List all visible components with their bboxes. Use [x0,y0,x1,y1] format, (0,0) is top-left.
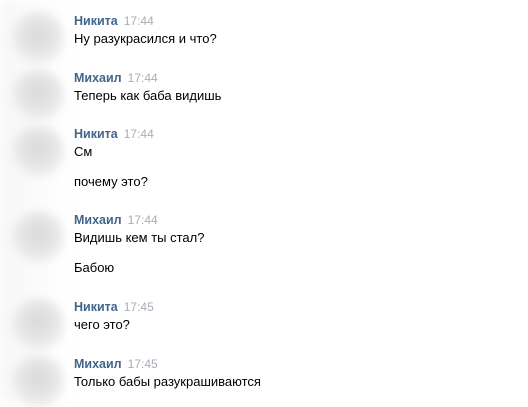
avatar[interactable] [12,355,64,407]
author-name[interactable]: Михаил [74,213,122,227]
message-text: Ну разукрасился и что? [74,31,217,46]
author-name[interactable]: Михаил [74,71,122,85]
author-name[interactable]: Никита [74,127,118,141]
author-name[interactable]: Михаил [74,357,122,371]
message-text: Только бабы разукрашиваются [74,374,261,389]
message-text: Теперь как баба видишь [74,88,222,103]
message-time[interactable]: 17:45 [128,357,158,371]
message-time[interactable]: 17:44 [124,14,154,28]
avatar[interactable] [12,69,64,121]
message-time[interactable]: 17:44 [128,71,158,85]
message-time[interactable]: 17:45 [124,300,154,314]
message-header: Никита 17:44 [74,12,154,30]
avatar[interactable] [12,125,64,177]
message-text: См [74,144,93,159]
message-text: Видишь кем ты стал? [74,230,205,245]
message-header: Михаил 17:44 [74,69,158,87]
message-header: Никита 17:45 [74,298,154,316]
author-name[interactable]: Никита [74,300,118,314]
message-text: чего это? [74,317,130,332]
author-name[interactable]: Никита [74,14,118,28]
message-time[interactable]: 17:44 [128,213,158,227]
avatar[interactable] [12,211,64,263]
message-time[interactable]: 17:44 [124,127,154,141]
message-text: почему это? [74,174,148,189]
message-header: Никита 17:44 [74,125,154,143]
chat-history: Никита 17:44 Ну разукрасился и что? Михаи… [0,0,528,407]
message-header: Михаил 17:45 [74,355,158,373]
avatar[interactable] [12,298,64,350]
message-text: Бабою [74,260,115,275]
message-header: Михаил 17:44 [74,211,158,229]
avatar[interactable] [12,12,64,64]
